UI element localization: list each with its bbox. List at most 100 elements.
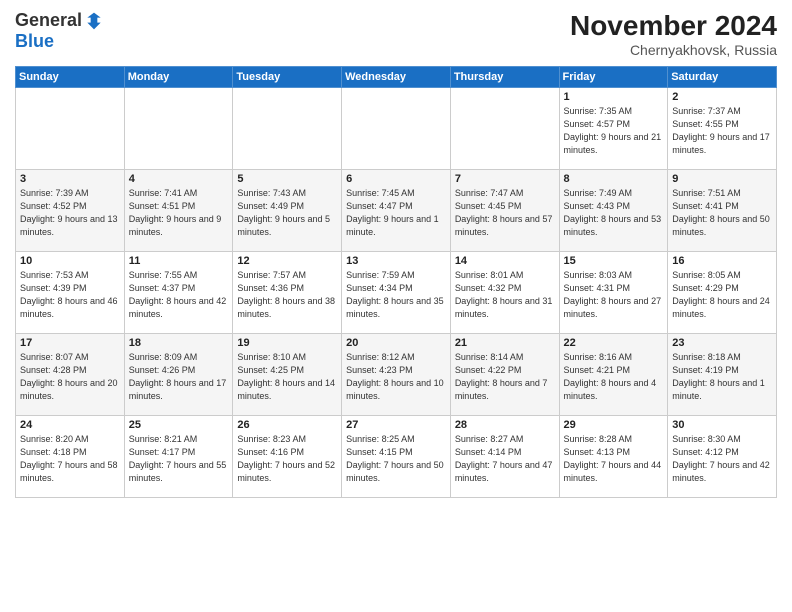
title-area: November 2024 Chernyakhovsk, Russia — [570, 10, 777, 58]
day-number: 5 — [237, 173, 337, 185]
day-info: Sunrise: 7:37 AM Sunset: 4:55 PM Dayligh… — [672, 105, 772, 157]
day-number: 15 — [564, 255, 664, 267]
table-row: 24Sunrise: 8:20 AM Sunset: 4:18 PM Dayli… — [16, 416, 125, 498]
day-info: Sunrise: 7:59 AM Sunset: 4:34 PM Dayligh… — [346, 269, 446, 321]
month-title: November 2024 — [570, 10, 777, 42]
day-info: Sunrise: 8:07 AM Sunset: 4:28 PM Dayligh… — [20, 351, 120, 403]
day-number: 26 — [237, 419, 337, 431]
table-row — [124, 88, 233, 170]
day-number: 30 — [672, 419, 772, 431]
day-number: 13 — [346, 255, 446, 267]
day-info: Sunrise: 8:20 AM Sunset: 4:18 PM Dayligh… — [20, 433, 120, 485]
day-info: Sunrise: 8:28 AM Sunset: 4:13 PM Dayligh… — [564, 433, 664, 485]
day-info: Sunrise: 7:51 AM Sunset: 4:41 PM Dayligh… — [672, 187, 772, 239]
table-row: 23Sunrise: 8:18 AM Sunset: 4:19 PM Dayli… — [668, 334, 777, 416]
table-row: 5 Sunrise: 7:43 AM Sunset: 4:49 PM Daylig… — [233, 170, 342, 252]
day-info: Sunrise: 7:49 AM Sunset: 4:43 PM Dayligh… — [564, 187, 664, 239]
col-friday: Friday — [559, 67, 668, 88]
day-info: Sunrise: 8:21 AM Sunset: 4:17 PM Dayligh… — [129, 433, 229, 485]
location: Chernyakhovsk, Russia — [570, 42, 777, 58]
table-row: 13 Sunrise: 7:59 AM Sunset: 4:34 PM Dayli… — [342, 252, 451, 334]
day-info: Sunrise: 8:01 AM Sunset: 4:32 PM Dayligh… — [455, 269, 555, 321]
table-row — [342, 88, 451, 170]
day-info: Sunrise: 7:47 AM Sunset: 4:45 PM Dayligh… — [455, 187, 555, 239]
day-info: Sunrise: 8:05 AM Sunset: 4:29 PM Dayligh… — [672, 269, 772, 321]
table-row: 20 Sunrise: 8:12 AM Sunset: 4:23 PM Dayli… — [342, 334, 451, 416]
day-number: 6 — [346, 173, 446, 185]
col-tuesday: Tuesday — [233, 67, 342, 88]
day-info: Sunrise: 8:10 AM Sunset: 4:25 PM Dayligh… — [237, 351, 337, 403]
table-row: 2Sunrise: 7:37 AM Sunset: 4:55 PM Daylig… — [668, 88, 777, 170]
day-number: 18 — [129, 337, 229, 349]
calendar-week-3: 10Sunrise: 7:53 AM Sunset: 4:39 PM Dayli… — [16, 252, 777, 334]
logo-blue-text: Blue — [15, 31, 54, 52]
logo-general: General — [15, 10, 82, 31]
col-sunday: Sunday — [16, 67, 125, 88]
day-number: 7 — [455, 173, 555, 185]
logo-icon — [84, 11, 104, 31]
logo-text: General — [15, 10, 104, 31]
day-info: Sunrise: 8:25 AM Sunset: 4:15 PM Dayligh… — [346, 433, 446, 485]
day-number: 21 — [455, 337, 555, 349]
calendar-week-5: 24Sunrise: 8:20 AM Sunset: 4:18 PM Dayli… — [16, 416, 777, 498]
table-row — [16, 88, 125, 170]
calendar-header-row: Sunday Monday Tuesday Wednesday Thursday… — [16, 67, 777, 88]
day-number: 29 — [564, 419, 664, 431]
header: General Blue November 2024 Chernyakhovsk… — [15, 10, 777, 58]
table-row: 28 Sunrise: 8:27 AM Sunset: 4:14 PM Dayli… — [450, 416, 559, 498]
table-row: 3 Sunrise: 7:39 AM Sunset: 4:52 PM Daylig… — [16, 170, 125, 252]
table-row: 25Sunrise: 8:21 AM Sunset: 4:17 PM Dayli… — [124, 416, 233, 498]
table-row: 21Sunrise: 8:14 AM Sunset: 4:22 PM Dayli… — [450, 334, 559, 416]
day-number: 12 — [237, 255, 337, 267]
day-number: 22 — [564, 337, 664, 349]
table-row — [450, 88, 559, 170]
calendar-week-1: 1 Sunrise: 7:35 AM Sunset: 4:57 PM Daylig… — [16, 88, 777, 170]
day-info: Sunrise: 8:16 AM Sunset: 4:21 PM Dayligh… — [564, 351, 664, 403]
calendar-week-2: 3 Sunrise: 7:39 AM Sunset: 4:52 PM Daylig… — [16, 170, 777, 252]
day-number: 27 — [346, 419, 446, 431]
calendar-body: 1 Sunrise: 7:35 AM Sunset: 4:57 PM Daylig… — [16, 88, 777, 498]
table-row: 29 Sunrise: 8:28 AM Sunset: 4:13 PM Dayli… — [559, 416, 668, 498]
table-row: 9 Sunrise: 7:51 AM Sunset: 4:41 PM Daylig… — [668, 170, 777, 252]
table-row: 22 Sunrise: 8:16 AM Sunset: 4:21 PM Dayli… — [559, 334, 668, 416]
col-wednesday: Wednesday — [342, 67, 451, 88]
day-number: 19 — [237, 337, 337, 349]
day-info: Sunrise: 7:43 AM Sunset: 4:49 PM Dayligh… — [237, 187, 337, 239]
day-number: 1 — [564, 91, 664, 103]
day-info: Sunrise: 7:57 AM Sunset: 4:36 PM Dayligh… — [237, 269, 337, 321]
day-number: 14 — [455, 255, 555, 267]
table-row: 12 Sunrise: 7:57 AM Sunset: 4:36 PM Dayli… — [233, 252, 342, 334]
table-row: 10Sunrise: 7:53 AM Sunset: 4:39 PM Dayli… — [16, 252, 125, 334]
day-number: 4 — [129, 173, 229, 185]
table-row: 18Sunrise: 8:09 AM Sunset: 4:26 PM Dayli… — [124, 334, 233, 416]
day-info: Sunrise: 7:35 AM Sunset: 4:57 PM Dayligh… — [564, 105, 664, 157]
table-row: 8 Sunrise: 7:49 AM Sunset: 4:43 PM Daylig… — [559, 170, 668, 252]
table-row: 4Sunrise: 7:41 AM Sunset: 4:51 PM Daylig… — [124, 170, 233, 252]
calendar: Sunday Monday Tuesday Wednesday Thursday… — [15, 66, 777, 498]
day-info: Sunrise: 8:27 AM Sunset: 4:14 PM Dayligh… — [455, 433, 555, 485]
day-info: Sunrise: 7:39 AM Sunset: 4:52 PM Dayligh… — [20, 187, 120, 239]
table-row: 15 Sunrise: 8:03 AM Sunset: 4:31 PM Dayli… — [559, 252, 668, 334]
day-info: Sunrise: 8:30 AM Sunset: 4:12 PM Dayligh… — [672, 433, 772, 485]
table-row: 30 Sunrise: 8:30 AM Sunset: 4:12 PM Dayli… — [668, 416, 777, 498]
day-number: 9 — [672, 173, 772, 185]
table-row: 11 Sunrise: 7:55 AM Sunset: 4:37 PM Dayli… — [124, 252, 233, 334]
day-number: 8 — [564, 173, 664, 185]
table-row: 1 Sunrise: 7:35 AM Sunset: 4:57 PM Daylig… — [559, 88, 668, 170]
day-info: Sunrise: 7:45 AM Sunset: 4:47 PM Dayligh… — [346, 187, 446, 239]
day-number: 20 — [346, 337, 446, 349]
table-row: 19 Sunrise: 8:10 AM Sunset: 4:25 PM Dayli… — [233, 334, 342, 416]
day-number: 28 — [455, 419, 555, 431]
day-info: Sunrise: 8:18 AM Sunset: 4:19 PM Dayligh… — [672, 351, 772, 403]
day-number: 11 — [129, 255, 229, 267]
table-row: 26Sunrise: 8:23 AM Sunset: 4:16 PM Dayli… — [233, 416, 342, 498]
day-number: 3 — [20, 173, 120, 185]
col-monday: Monday — [124, 67, 233, 88]
day-info: Sunrise: 8:03 AM Sunset: 4:31 PM Dayligh… — [564, 269, 664, 321]
day-number: 17 — [20, 337, 120, 349]
day-info: Sunrise: 8:12 AM Sunset: 4:23 PM Dayligh… — [346, 351, 446, 403]
table-row: 7 Sunrise: 7:47 AM Sunset: 4:45 PM Daylig… — [450, 170, 559, 252]
calendar-week-4: 17 Sunrise: 8:07 AM Sunset: 4:28 PM Dayli… — [16, 334, 777, 416]
day-info: Sunrise: 7:55 AM Sunset: 4:37 PM Dayligh… — [129, 269, 229, 321]
col-thursday: Thursday — [450, 67, 559, 88]
